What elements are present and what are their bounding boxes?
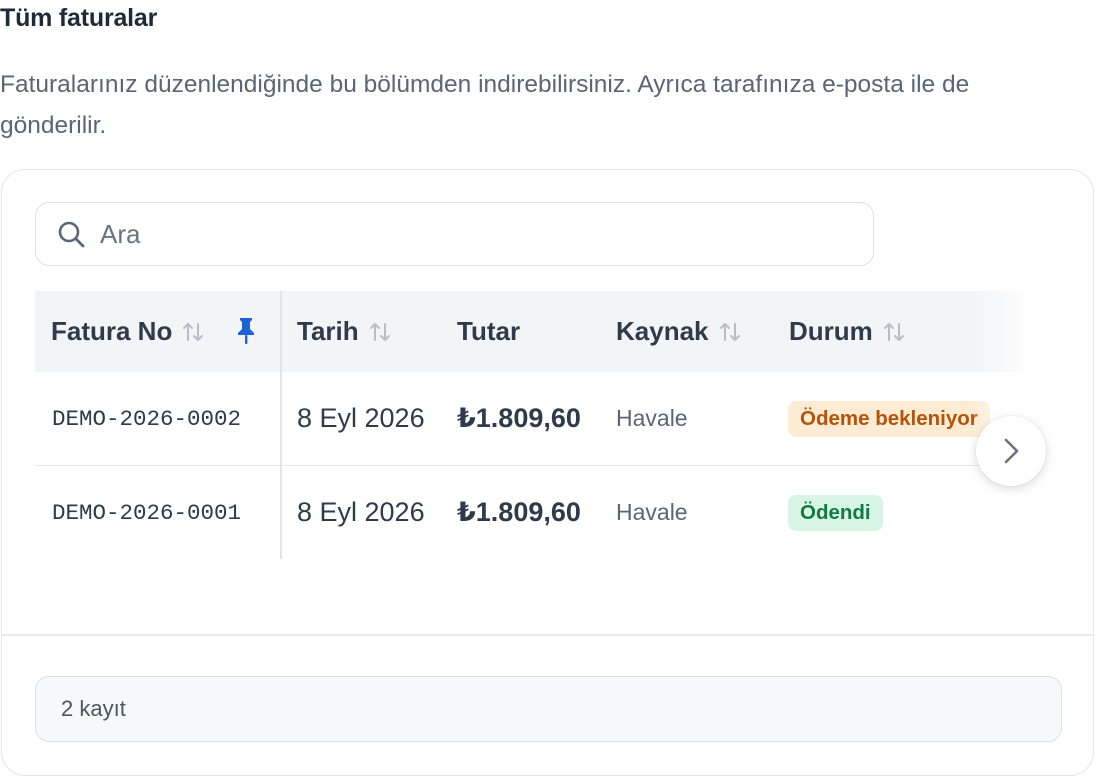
- search-box[interactable]: [35, 202, 874, 266]
- status-cell: Ödeme bekleniyor: [788, 372, 990, 465]
- column-header-amount: Tutar: [457, 291, 520, 372]
- column-header-label: Tutar: [457, 316, 521, 346]
- pin-icon[interactable]: [235, 316, 257, 346]
- record-count-box: 2 kayıt: [35, 676, 1062, 742]
- column-header-source[interactable]: Kaynak: [616, 291, 741, 372]
- invoice-amount: ₺1.809,60: [457, 403, 581, 433]
- search-icon: [58, 221, 85, 248]
- invoice-amount: ₺1.809,60: [457, 497, 581, 527]
- column-header-label: Kaynak: [616, 316, 709, 346]
- column-header-invoice-no[interactable]: Fatura No: [51, 291, 204, 372]
- scroll-right-button[interactable]: [976, 416, 1046, 486]
- column-header-status[interactable]: Durum: [789, 291, 905, 372]
- invoice-source: Havale: [616, 405, 688, 431]
- search-input[interactable]: [100, 213, 840, 255]
- column-header-label: Fatura No: [51, 316, 173, 346]
- table-row[interactable]: DEMO-2026-0002 8 Eyl 2026 ₺1.809,60 Hava…: [35, 372, 1061, 466]
- invoice-number: DEMO-2026-0002: [52, 405, 242, 432]
- status-badge: Ödeme bekleniyor: [788, 400, 990, 437]
- column-header-date[interactable]: Tarih: [297, 291, 391, 372]
- table-row[interactable]: DEMO-2026-0001 8 Eyl 2026 ₺1.809,60 Hava…: [35, 466, 1061, 559]
- sort-icon[interactable]: [719, 320, 741, 344]
- status-badge: Ödendi: [788, 494, 883, 531]
- column-header-label: Tarih: [297, 316, 359, 346]
- section-title: Tüm faturalar: [0, 4, 158, 32]
- invoice-source: Havale: [616, 499, 688, 525]
- status-cell: Ödendi: [788, 466, 883, 559]
- sort-icon[interactable]: [883, 320, 905, 344]
- column-header-label: Durum: [789, 316, 873, 346]
- invoices-table: Fatura No Tarih Tutar Kaynak Durum DEMO-…: [35, 291, 1061, 559]
- chevron-right-icon: [1004, 438, 1019, 464]
- card-divider: [2, 634, 1093, 636]
- sort-icon[interactable]: [182, 320, 204, 344]
- clipped-cell: [1023, 498, 1037, 528]
- invoices-card: Fatura No Tarih Tutar: [1, 169, 1094, 776]
- clipped-column-header: [1023, 317, 1037, 347]
- record-count: 2 kayıt: [61, 696, 126, 721]
- invoice-number: DEMO-2026-0001: [52, 499, 242, 526]
- sort-icon[interactable]: [369, 320, 391, 344]
- section-description: Faturalarınız düzenlendiğinde bu bölümde…: [0, 71, 970, 139]
- invoice-date: 8 Eyl 2026: [297, 497, 425, 527]
- invoice-date: 8 Eyl 2026: [297, 403, 425, 433]
- table-header: Fatura No Tarih Tutar Kaynak Durum: [35, 291, 1061, 372]
